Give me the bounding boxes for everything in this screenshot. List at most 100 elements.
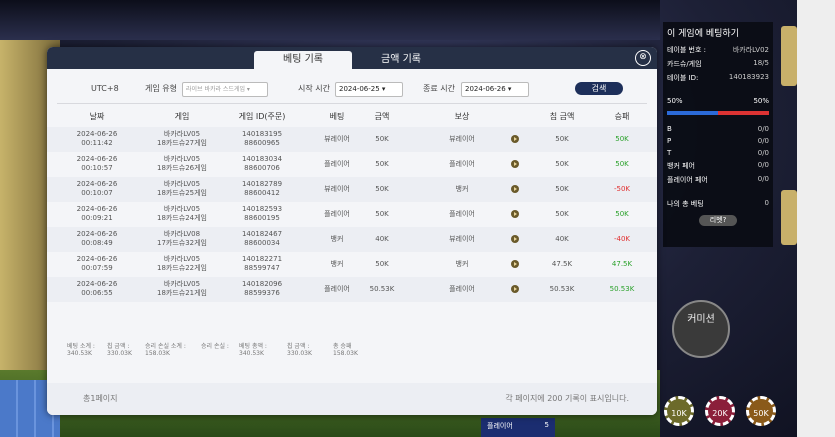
side-tab-top[interactable] <box>781 26 797 86</box>
table-cell: 47.5K <box>551 260 573 268</box>
side-tab-collapse[interactable] <box>781 190 797 245</box>
rebet-button[interactable]: 리벳? <box>699 215 737 226</box>
replay-icon[interactable] <box>511 160 519 168</box>
table-cell: 뱅커 <box>455 185 469 193</box>
game-type-label: 게임 유형 <box>145 84 177 93</box>
table-cell: 2024-06-26 00:11:42 <box>76 130 118 147</box>
table-row: 2024-06-26 00:10:57 바카라LV05 18카드슈26게임 140183… <box>47 152 657 177</box>
replay-icon[interactable] <box>511 285 519 293</box>
table-header: 날짜 게임 게임 ID(주문) 베팅 금액 보상 칩 금액 승패 <box>89 112 630 121</box>
replay-icon[interactable] <box>511 185 519 193</box>
tab-money-history[interactable]: 금액 기록 <box>352 51 450 69</box>
commission-label: 커미션 <box>687 314 715 325</box>
bet-info-panel: 이 게임에 베팅하기 테이블 번호 : 바카라LV02 카드슈/게임 18/5 테이… <box>663 22 773 247</box>
table-cell: 140182593 88600195 <box>241 205 283 222</box>
table-row: 2024-06-26 00:10:07 바카라LV05 18카드슈25게임 140182… <box>47 177 657 202</box>
info-row: 테이블 번호 : 바카라LV02 <box>667 46 769 54</box>
table-cell: 40K <box>375 235 389 243</box>
replay-icon[interactable] <box>511 210 519 218</box>
stat-row: T 0/0 <box>667 149 769 157</box>
modal-footer: 총1페이지 각 페이지에 200 기록이 표시입니다. <box>47 383 657 415</box>
timezone-label: UTC+8 <box>91 84 119 93</box>
table-cell: 2024-06-26 00:09:21 <box>76 205 118 222</box>
table-cell: 50K <box>615 210 629 218</box>
game-type-select[interactable]: 라이브 바카라 스드게임 ▾ <box>182 82 268 97</box>
table-cell: 50K <box>615 135 629 143</box>
start-date-select[interactable]: 2024-06-25 ▾ <box>335 82 403 97</box>
table-cell: 2024-06-26 00:08:49 <box>76 230 118 247</box>
start-label: 시작 시간 <box>298 84 330 93</box>
replay-icon[interactable] <box>511 260 519 268</box>
stat-row: P 0/0 <box>667 137 769 145</box>
ratio-bar <box>667 111 769 115</box>
table-row: 2024-06-26 00:07:59 바카라LV05 18카드슈22게임 140182… <box>47 252 657 277</box>
chip-20k[interactable]: 20K <box>705 396 735 426</box>
table-cell: 2024-06-26 00:10:57 <box>76 155 118 172</box>
divider <box>57 103 647 104</box>
commission-toggle[interactable]: 커미션 <box>672 300 730 358</box>
info-row: 카드슈/게임 18/5 <box>667 59 769 68</box>
table-cell: 뱅커 <box>330 235 344 243</box>
table-row: 2024-06-26 00:09:21 바카라LV05 18카드슈24게임 140182… <box>47 202 657 227</box>
table-cell: 50K <box>555 210 569 218</box>
info-row: 테이블 ID: 140183923 <box>667 73 769 82</box>
search-button[interactable]: 검색 <box>575 82 623 95</box>
table-cell: 50K <box>375 210 389 218</box>
table-cell: 뷰레이어 <box>449 235 475 243</box>
table-cell: 플레이어 <box>324 210 350 218</box>
modal-header: 베팅 기록 금액 기록 ⊗ <box>47 47 657 69</box>
tab-bet-history[interactable]: 베팅 기록 <box>254 51 352 69</box>
table-cell: 50K <box>375 185 389 193</box>
table-cell: 바카라LV08 17카드슈32게임 <box>156 230 207 247</box>
table-cell: 뷰레이어 <box>324 185 350 193</box>
top-banner <box>0 0 660 40</box>
summary-item: 칩 금액 :330.03K <box>107 343 132 357</box>
summary-item: 베팅 소계 :340.53K <box>67 343 95 357</box>
replay-icon[interactable] <box>511 135 519 143</box>
table-cell: 50K <box>555 135 569 143</box>
table-cell: 140182271 88599747 <box>241 255 283 272</box>
close-icon[interactable]: ⊗ <box>635 50 651 66</box>
end-label: 종료 시간 <box>423 84 455 93</box>
table-row: 2024-06-26 00:11:42 바카라LV05 18카드슈27게임 140183… <box>47 127 657 152</box>
history-modal: 베팅 기록 금액 기록 ⊗ UTC+8 게임 유형 라이브 바카라 스드게임 ▾… <box>47 47 657 415</box>
table-cell: 2024-06-26 00:10:07 <box>76 180 118 197</box>
table-cell: 50K <box>375 160 389 168</box>
total-bet-row: 나의 총 베팅 0 <box>667 199 769 208</box>
table-cell: 뱅커 <box>330 260 344 268</box>
table-cell: 플레이어 <box>449 285 475 293</box>
table-cell: 바카라LV05 18카드슈27게임 <box>156 130 207 147</box>
table-cell: 플레이어 <box>324 160 350 168</box>
stat-row: 플레이어 페어 0/0 <box>667 175 769 184</box>
table-cell: 바카라LV05 18카드슈21게임 <box>156 280 207 297</box>
table-cell: 플레이어 <box>324 285 350 293</box>
table-cell: 140182789 88600412 <box>241 180 283 197</box>
panel-title: 이 게임에 베팅하기 <box>667 29 739 39</box>
bet-list: 플레이어 5 <box>481 418 555 437</box>
table-cell: 플레이어 <box>449 210 475 218</box>
table-cell: 바카라LV05 18카드슈26게임 <box>156 155 207 172</box>
table-cell: 50K <box>375 135 389 143</box>
replay-icon[interactable] <box>511 235 519 243</box>
end-date-select[interactable]: 2024-06-26 ▾ <box>461 82 529 97</box>
records-per-page: 각 페이지에 200 기록이 표시입니다. <box>505 394 629 403</box>
table-cell: 뷰레이어 <box>449 135 475 143</box>
table-cell: 50K <box>555 185 569 193</box>
summary-item: 승리 손실 소계 :158.03K <box>145 343 186 357</box>
summary-item: 칩 금액 :330.03K <box>287 343 312 357</box>
table-cell: 플레이어 <box>449 160 475 168</box>
table-cell: -50K <box>613 185 631 193</box>
filter-bar: UTC+8 게임 유형 라이브 바카라 스드게임 ▾ 시작 시간 2024-06… <box>47 81 657 97</box>
table-list <box>797 0 835 437</box>
table-cell: 2024-06-26 00:06:55 <box>76 280 118 297</box>
table-cell: 40K <box>555 235 569 243</box>
summary-item: 총 승패 158.03K <box>333 343 358 357</box>
table-cell: 바카라LV05 18카드슈25게임 <box>156 180 207 197</box>
table-cell: 뱅커 <box>455 260 469 268</box>
table-cell: 50.53K <box>549 285 575 293</box>
table-row: 2024-06-26 00:06:55 바카라LV05 18카드슈21게임 140182… <box>47 277 657 302</box>
chip-50k[interactable]: 50K <box>746 396 776 426</box>
chip-10k[interactable]: 10K <box>664 396 694 426</box>
history-table: 2024-06-26 00:11:42 바카라LV05 18카드슈27게임 140183… <box>47 127 657 302</box>
summary-item: 승리 손실 : <box>201 343 229 350</box>
